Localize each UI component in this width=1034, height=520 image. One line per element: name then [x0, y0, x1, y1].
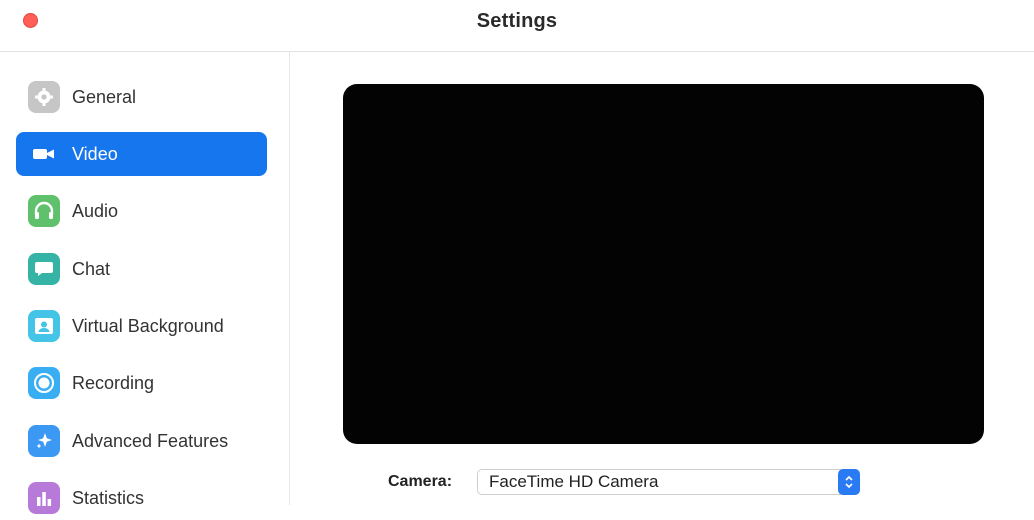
sidebar-item-label: Virtual Background — [72, 315, 224, 336]
video-preview — [343, 84, 984, 444]
headphones-icon — [28, 195, 60, 227]
sidebar-item-label: Chat — [72, 258, 111, 279]
sidebar-item-label: General — [72, 86, 137, 107]
sidebar-item-recording[interactable]: Recording — [16, 361, 267, 405]
bar-chart-icon — [28, 482, 60, 514]
select-stepper-icon[interactable] — [838, 469, 860, 495]
record-icon — [28, 367, 60, 399]
video-camera-icon — [28, 138, 60, 170]
sidebar-item-chat[interactable]: Chat — [16, 247, 267, 291]
sidebar-item-label: Recording — [72, 372, 155, 393]
sidebar-item-statistics[interactable]: Statistics — [16, 476, 267, 520]
portrait-icon — [28, 310, 60, 342]
chat-bubble-icon — [28, 253, 60, 285]
sidebar-item-label: Statistics — [72, 487, 145, 508]
camera-select[interactable]: FaceTime HD Camera — [477, 469, 860, 495]
title-bar: Settings — [0, 0, 1034, 52]
sidebar-item-audio[interactable]: Audio — [16, 189, 267, 233]
sidebar-item-label: Audio — [72, 200, 119, 221]
camera-row: Camera: FaceTime HD Camera — [388, 468, 860, 496]
sidebar-item-video[interactable]: Video — [16, 132, 267, 176]
camera-select-value: FaceTime HD Camera — [489, 472, 659, 491]
sparkle-icon — [28, 425, 60, 457]
sidebar-item-general[interactable]: General — [16, 75, 267, 119]
sidebar-item-label: Advanced Features — [72, 430, 229, 451]
camera-label: Camera: — [388, 473, 453, 490]
window-title: Settings — [476, 10, 558, 32]
sidebar-item-label: Video — [72, 143, 118, 164]
sidebar-item-virtual-background[interactable]: Virtual Background — [16, 304, 267, 348]
settings-sidebar: General Video Audio Chat Virtual Backgro… — [0, 52, 290, 514]
sidebar-item-advanced-features[interactable]: Advanced Features — [16, 419, 267, 463]
gear-icon — [28, 81, 60, 113]
